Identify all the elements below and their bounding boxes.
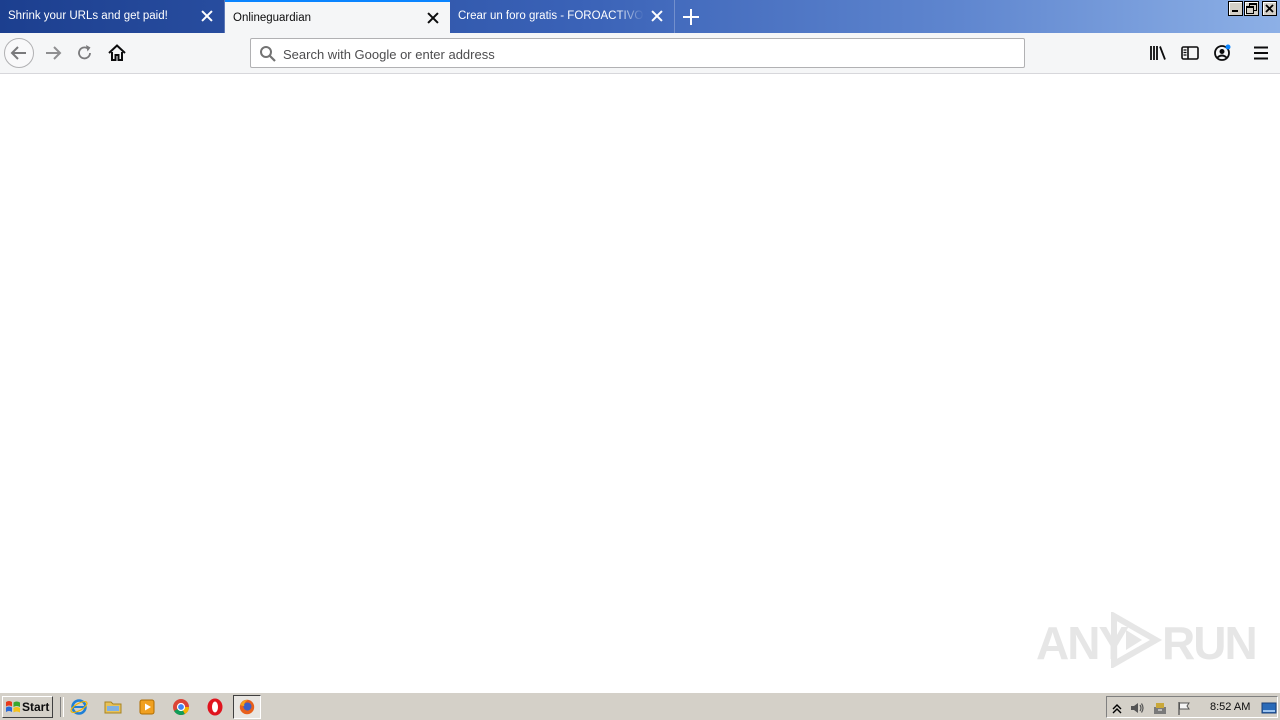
firefox-icon: [239, 699, 255, 715]
anyrun-watermark: ANY RUN: [1036, 612, 1258, 669]
tab-label: Onlineguardian: [233, 12, 312, 24]
close-window-button[interactable]: [1262, 1, 1277, 16]
clock[interactable]: 8:52 AM: [1210, 701, 1250, 713]
library-icon[interactable]: [1147, 42, 1169, 64]
close-tab-icon[interactable]: [426, 11, 440, 25]
media-player-icon[interactable]: [137, 697, 157, 717]
reload-icon: [78, 45, 91, 60]
search-icon: [260, 46, 276, 62]
reload-button[interactable]: [70, 38, 100, 68]
home-button[interactable]: [102, 38, 132, 68]
taskbar: Start 8:52 AM: [0, 692, 1280, 720]
tab-strip: Shrink your URLs and get paid! Onlinegua…: [0, 0, 1280, 33]
opera-icon[interactable]: [205, 697, 225, 717]
account-icon[interactable]: [1211, 42, 1233, 64]
close-tab-icon[interactable]: [200, 9, 214, 23]
back-button[interactable]: [4, 38, 34, 68]
network-icon[interactable]: [1152, 700, 1168, 716]
show-hidden-icons-icon[interactable]: [1109, 700, 1125, 716]
tab-shrink-urls[interactable]: Shrink your URLs and get paid!: [0, 0, 225, 33]
navigation-toolbar: [0, 33, 1280, 74]
tab-label: Shrink your URLs and get paid!: [8, 10, 168, 22]
file-explorer-icon[interactable]: [103, 697, 123, 717]
system-tray: 8:52 AM: [1106, 696, 1278, 718]
tab-label: Crear un foro gratis - FOROACTIVO.COM: [458, 10, 644, 22]
home-icon: [108, 44, 126, 61]
internet-explorer-icon[interactable]: [69, 697, 89, 717]
back-arrow-icon: [10, 46, 26, 60]
watermark-right: RUN: [1162, 617, 1258, 669]
start-label: Start: [22, 700, 50, 714]
forward-arrow-icon: [46, 46, 62, 60]
firefox-taskbar-button[interactable]: [233, 695, 261, 719]
taskbar-separator: [60, 697, 64, 717]
tab-onlineguardian[interactable]: Onlineguardian: [225, 0, 450, 33]
action-center-flag-icon[interactable]: [1176, 700, 1192, 716]
forward-button[interactable]: [38, 38, 68, 68]
tab-foroactivo[interactable]: Crear un foro gratis - FOROACTIVO.COM: [450, 0, 675, 33]
new-tab-button[interactable]: [681, 7, 701, 27]
sidebar-icon[interactable]: [1179, 42, 1201, 64]
close-tab-icon[interactable]: [650, 9, 664, 23]
show-desktop-icon[interactable]: [1261, 700, 1277, 716]
minimize-button[interactable]: [1228, 1, 1243, 16]
volume-icon[interactable]: [1129, 700, 1145, 716]
address-input[interactable]: [281, 43, 1015, 65]
start-button[interactable]: Start: [2, 696, 53, 718]
page-content: [0, 74, 1280, 692]
hamburger-menu-icon[interactable]: [1250, 42, 1272, 64]
chrome-icon[interactable]: [171, 697, 191, 717]
restore-button[interactable]: [1244, 1, 1259, 16]
play-logo-icon: [1111, 612, 1163, 668]
windows-logo-icon: [6, 701, 20, 713]
address-bar[interactable]: [250, 38, 1025, 68]
